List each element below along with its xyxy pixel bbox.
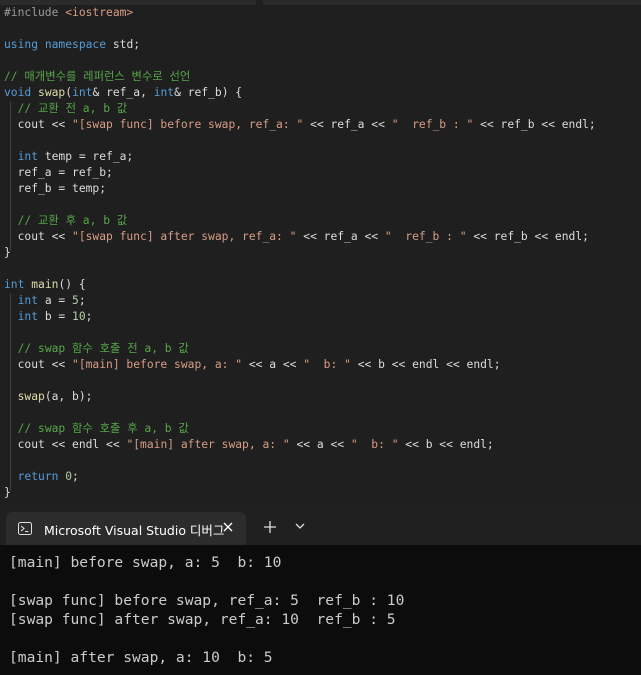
code-line: } xyxy=(4,246,11,259)
code-line: // 매개변수를 레퍼런스 변수로 선언 xyxy=(4,70,191,83)
code-line: cout << "[main] before swap, a: " << a <… xyxy=(4,358,501,371)
code-line: #include <iostream> xyxy=(4,6,134,19)
code-line: // swap 함수 호출 전 a, b 값 xyxy=(17,342,189,355)
terminal-output-line: [swap func] after swap, ref_a: 10 ref_b … xyxy=(9,611,396,628)
terminal-output-line: [main] before swap, a: 5 b: 10 xyxy=(9,554,282,571)
chevron-down-icon[interactable] xyxy=(293,519,307,533)
terminal-output-line: [swap func] before swap, ref_a: 5 ref_b … xyxy=(9,592,405,609)
terminal-output[interactable]: [main] before swap, a: 5 b: 10 [swap fun… xyxy=(9,553,404,667)
close-icon[interactable] xyxy=(220,519,236,535)
code-line: ref_b = temp; xyxy=(4,182,107,195)
terminal-tab-title: Microsoft Visual Studio 디버그 xyxy=(44,523,225,538)
code-line: // 교환 전 a, b 값 xyxy=(17,102,128,115)
code-line: return 0; xyxy=(17,470,79,483)
code-line: int b = 10; xyxy=(17,310,93,323)
plus-icon[interactable] xyxy=(262,519,278,535)
code-line: // swap 함수 호출 후 a, b 값 xyxy=(17,422,189,435)
code-line: // 교환 후 a, b 값 xyxy=(17,214,128,227)
code-editor[interactable]: #include <iostream> using namespace std;… xyxy=(0,0,641,505)
code-line: int main() { xyxy=(4,278,86,291)
code-line: cout << "[swap func] before swap, ref_a:… xyxy=(4,118,596,131)
code-line: using namespace std; xyxy=(4,38,141,51)
debug-console-window[interactable]: Microsoft Visual Studio 디버그 [main] befor… xyxy=(0,505,641,675)
code-line: void swap(int& ref_a, int& ref_b) { xyxy=(4,86,243,99)
code-line: int temp = ref_a; xyxy=(17,150,134,163)
code-line: swap(a, b); xyxy=(17,390,93,403)
code-line: cout << "[swap func] after swap, ref_a: … xyxy=(4,230,589,243)
terminal-output-line: [main] after swap, a: 10 b: 5 xyxy=(9,649,273,666)
terminal-tab[interactable]: Microsoft Visual Studio 디버그 xyxy=(6,512,246,545)
code-line: ref_a = ref_b; xyxy=(4,166,113,179)
code-line: int a = 5; xyxy=(17,294,86,307)
code-line: cout << endl << "[main] after swap, a: "… xyxy=(4,438,494,451)
code-area[interactable]: #include <iostream> using namespace std;… xyxy=(4,5,596,501)
terminal-icon xyxy=(18,522,32,535)
terminal-tab-bar: Microsoft Visual Studio 디버그 xyxy=(0,505,641,545)
code-line: } xyxy=(4,486,11,499)
